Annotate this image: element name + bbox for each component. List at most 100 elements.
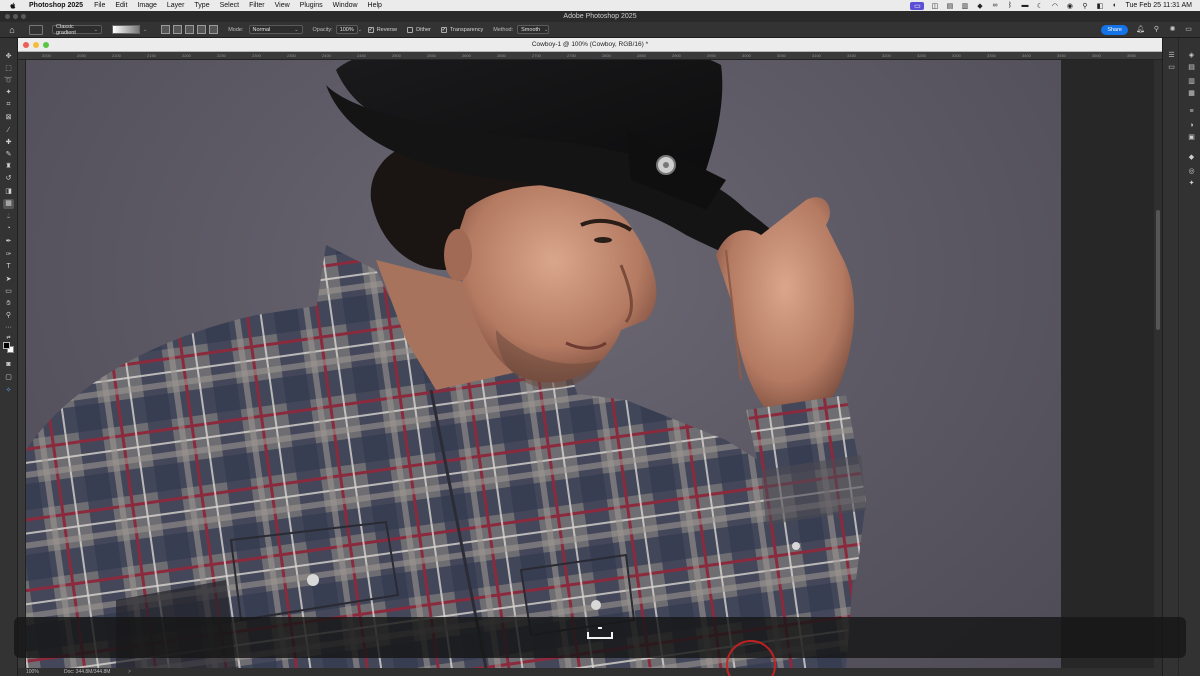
- search-icon[interactable]: ⚲: [1152, 25, 1161, 34]
- opacity-field[interactable]: 100% ⌄: [335, 25, 362, 34]
- vertical-scrollbar-thumb[interactable]: [1156, 210, 1160, 330]
- adjustments-icon[interactable]: ▤: [1187, 64, 1196, 72]
- image-canvas[interactable]: [26, 60, 1061, 668]
- menu-select[interactable]: Select: [215, 0, 244, 11]
- path-select-icon[interactable]: ➤: [3, 275, 14, 285]
- menu-view[interactable]: View: [270, 0, 295, 11]
- notifications-bell-icon[interactable]: 🔔︎: [1136, 25, 1145, 34]
- foreground-color-swatch[interactable]: [3, 342, 10, 349]
- pen-tool-icon[interactable]: ✑: [3, 250, 14, 260]
- screen-mode-icon[interactable]: ▢: [3, 373, 14, 383]
- menu-window[interactable]: Window: [328, 0, 363, 11]
- history-brush-icon[interactable]: ↺: [3, 174, 14, 184]
- color-icon[interactable]: ◑: [1187, 122, 1196, 130]
- menu-type[interactable]: Type: [189, 0, 214, 11]
- gradient-icon[interactable]: ▦: [3, 199, 14, 209]
- channels-icon[interactable]: ▦: [1187, 90, 1196, 98]
- rectangle-icon[interactable]: ▭: [3, 287, 14, 297]
- dodge-icon[interactable]: ◔: [3, 224, 14, 234]
- history-icon[interactable]: ◆: [1187, 154, 1196, 162]
- swatches-icon[interactable]: ▣: [1187, 134, 1196, 142]
- discover-icon[interactable]: ✺: [1168, 25, 1177, 34]
- info-icon[interactable]: ✦: [1187, 180, 1196, 188]
- move-icon[interactable]: ✥: [3, 52, 14, 62]
- app-minimize-button[interactable]: [13, 14, 18, 19]
- vertical-scrollbar[interactable]: [1154, 60, 1162, 668]
- linear-gradient-icon[interactable]: [161, 25, 171, 34]
- frame-icon[interactable]: ⊠: [3, 113, 14, 123]
- lasso-icon[interactable]: ➰: [3, 76, 14, 86]
- workspace-icon[interactable]: ▭: [1184, 25, 1193, 34]
- battery-icon[interactable]: ▬: [1020, 2, 1029, 10]
- apple-menu-icon[interactable]: [9, 2, 17, 10]
- document-minimize-button[interactable]: [33, 42, 39, 48]
- reverse-checkbox[interactable]: ✓: [367, 26, 374, 33]
- screen-mirroring-icon[interactable]: ▭: [910, 1, 925, 10]
- generative-fill-icon[interactable]: ✧: [3, 386, 14, 396]
- eyedropper-icon[interactable]: ⁄: [3, 126, 14, 136]
- document-zoom-button[interactable]: [43, 42, 49, 48]
- menu-file[interactable]: File: [89, 0, 110, 11]
- siri-icon[interactable]: ◐: [1110, 2, 1119, 10]
- app-zoom-button[interactable]: [21, 14, 26, 19]
- angle-gradient-icon[interactable]: [185, 25, 195, 34]
- object-select-icon[interactable]: ✦: [3, 88, 14, 98]
- menu-image[interactable]: Image: [132, 0, 161, 11]
- clone-stamp-icon[interactable]: ♜: [3, 162, 14, 172]
- bluetooth-icon[interactable]: ᛒ: [1005, 2, 1014, 10]
- mode-dropdown[interactable]: Normal ⌄: [248, 25, 303, 34]
- brush-icon[interactable]: ✎: [3, 150, 14, 160]
- creative-cloud-icon[interactable]: ∞: [990, 2, 999, 10]
- do-not-disturb-icon[interactable]: ☾: [1035, 2, 1044, 10]
- app-menu[interactable]: Photoshop 2025: [24, 0, 89, 11]
- control-center-icon[interactable]: ◧: [1095, 2, 1104, 10]
- gradient-preset-dropdown[interactable]: Classic gradient ⌄: [52, 24, 102, 36]
- home-icon[interactable]: ⌂: [7, 25, 17, 35]
- menu-layer[interactable]: Layer: [162, 0, 190, 11]
- document-close-button[interactable]: [23, 42, 29, 48]
- user-icon[interactable]: ◉: [1065, 2, 1074, 10]
- hand-icon[interactable]: ✋︎: [3, 299, 14, 309]
- zoom-level[interactable]: 100%: [26, 668, 39, 676]
- wifi-icon[interactable]: ◠: [1050, 2, 1059, 10]
- layers-icon[interactable]: ◈: [1187, 52, 1196, 60]
- gradient-picker-chevron-icon[interactable]: ⌄: [143, 27, 147, 33]
- more-tools-icon[interactable]: ···: [3, 323, 14, 333]
- transparency-checkbox[interactable]: ✓: [440, 26, 447, 33]
- vertical-ruler[interactable]: [18, 60, 26, 668]
- menubar-clock[interactable]: Tue Feb 25 11:31 AM: [1125, 2, 1192, 9]
- document-size-info[interactable]: Doc: 344.8M/344.8M: [64, 668, 110, 676]
- comments-icon[interactable]: ▭: [1167, 64, 1176, 72]
- crop-icon[interactable]: ⌗: [3, 100, 14, 110]
- document-icon[interactable]: ▤: [945, 2, 954, 10]
- horizontal-ruler[interactable]: 2000 2050 2100 2150 2200 2250 2300 2350 2400 2450…: [18, 52, 1162, 60]
- properties-icon[interactable]: ☰: [1167, 52, 1176, 60]
- cloud-icon[interactable]: ◆: [975, 2, 984, 10]
- blur-icon[interactable]: 💧︎: [3, 212, 14, 222]
- zoom-icon[interactable]: ⚲: [3, 311, 14, 321]
- tool-preset-icon[interactable]: [29, 24, 43, 35]
- menu-edit[interactable]: Edit: [110, 0, 132, 11]
- spotlight-search-icon[interactable]: ⚲: [1080, 2, 1089, 10]
- libraries-icon[interactable]: ▥: [1187, 78, 1196, 86]
- share-button[interactable]: Share: [1101, 24, 1128, 35]
- quick-mask-icon[interactable]: ◙: [3, 360, 14, 370]
- reflected-gradient-icon[interactable]: [197, 25, 207, 34]
- eraser-icon[interactable]: ◨: [3, 187, 14, 197]
- menu-plugins[interactable]: Plugins: [295, 0, 328, 11]
- video-icon[interactable]: ◫: [930, 2, 939, 10]
- marquee-icon[interactable]: ⬚: [3, 64, 14, 74]
- type-icon[interactable]: T: [3, 262, 14, 272]
- diamond-gradient-icon[interactable]: [209, 25, 219, 34]
- radial-gradient-icon[interactable]: [173, 25, 183, 34]
- dither-checkbox[interactable]: [407, 26, 414, 33]
- method-dropdown[interactable]: Smooth ⌄: [517, 25, 550, 34]
- status-menu-arrow-icon[interactable]: >: [128, 668, 131, 676]
- paths-icon[interactable]: ≡: [1187, 108, 1196, 116]
- pen-icon[interactable]: ✒: [3, 237, 14, 247]
- menu-help[interactable]: Help: [363, 0, 387, 11]
- spot-heal-icon[interactable]: ✚: [3, 138, 14, 148]
- menu-filter[interactable]: Filter: [244, 0, 270, 11]
- clipboard-icon[interactable]: ▥: [960, 2, 969, 10]
- gradient-swatch[interactable]: [112, 25, 140, 34]
